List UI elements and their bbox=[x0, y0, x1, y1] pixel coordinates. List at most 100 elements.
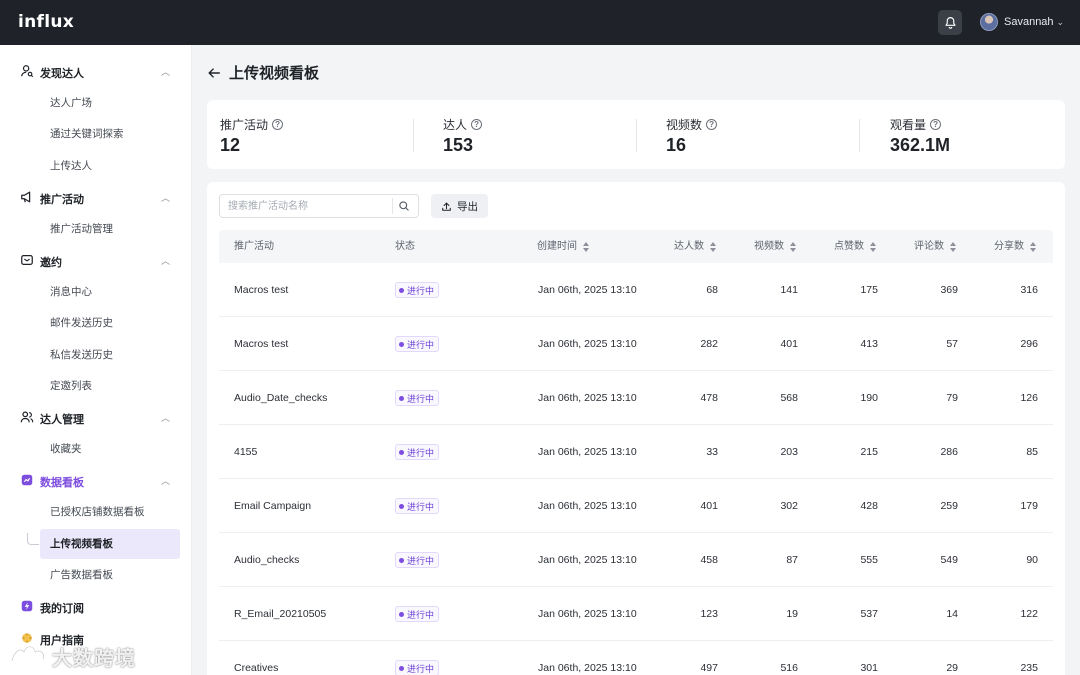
sidebar-group-label: 邀约 bbox=[40, 257, 62, 269]
sidebar-group-label: 达人管理 bbox=[40, 414, 84, 426]
sidebar-item-invite-list[interactable]: 定邀列表 bbox=[40, 371, 180, 401]
sort-icon[interactable] bbox=[710, 241, 717, 252]
column-header-shares[interactable]: 分享数 bbox=[994, 230, 1037, 263]
sidebar-item-dm-history[interactable]: 私信发送历史 bbox=[40, 340, 180, 370]
sidebar-item-campaign-management[interactable]: 推广活动管理 bbox=[40, 214, 180, 244]
stat-value: 362.1M bbox=[890, 135, 951, 155]
status-label: 进行中 bbox=[407, 555, 435, 566]
cell-campaign-name[interactable]: Email Campaign bbox=[234, 479, 384, 533]
status-label: 进行中 bbox=[407, 609, 435, 620]
cell-comments: 79 bbox=[946, 392, 958, 404]
cell-likes: 537 bbox=[860, 608, 878, 620]
app-logo[interactable]: influx bbox=[18, 12, 74, 32]
cell-campaign-name[interactable]: Audio_checks bbox=[234, 533, 384, 587]
export-button[interactable]: 导出 bbox=[431, 194, 488, 218]
status-label: 进行中 bbox=[407, 339, 435, 350]
column-header-creators[interactable]: 达人数 bbox=[674, 230, 717, 263]
help-icon[interactable]: ? bbox=[930, 119, 942, 130]
search-input[interactable] bbox=[220, 195, 390, 217]
cell-creators: 282 bbox=[700, 338, 718, 350]
watermark-text: 大数跨境 bbox=[52, 648, 136, 670]
sidebar-group-creator-management[interactable]: 达人管理 ︿ bbox=[0, 406, 192, 430]
cell-comments: 286 bbox=[940, 446, 958, 458]
table-row[interactable]: Audio_checks Jan 06th, 2025 13:10 458 87 555… bbox=[219, 533, 1053, 587]
cell-shares: 179 bbox=[1020, 500, 1038, 512]
sidebar-item-store-dashboard[interactable]: 已授权店铺数据看板 bbox=[40, 497, 180, 527]
status-badge: 进行中 bbox=[395, 552, 440, 568]
column-header-created[interactable]: 创建时间 bbox=[537, 230, 590, 263]
cell-campaign-name[interactable]: Creatives bbox=[234, 641, 384, 675]
status-badge: 进行中 bbox=[395, 498, 440, 514]
column-header-comments[interactable]: 评论数 bbox=[914, 230, 957, 263]
sidebar-group-outreach[interactable]: 邀约 ︿ bbox=[0, 249, 192, 273]
user-menu[interactable]: Savannah ⌄ bbox=[980, 13, 1064, 31]
column-header-videos[interactable]: 视频数 bbox=[754, 230, 797, 263]
divider bbox=[859, 119, 860, 152]
cell-campaign-name[interactable]: 4155 bbox=[234, 425, 384, 479]
column-header-likes[interactable]: 点赞数 bbox=[834, 230, 877, 263]
table-row[interactable]: Macros test Jan 06th, 2025 13:10 68 141 175 3… bbox=[219, 263, 1053, 317]
sidebar-group-label: 数据看板 bbox=[40, 477, 84, 489]
sidebar-group-discover[interactable]: 发现达人 ︿ bbox=[0, 60, 192, 84]
sort-icon[interactable] bbox=[790, 241, 797, 252]
sidebar-item-upload-video-dashboard[interactable]: 上传视频看板 bbox=[40, 529, 180, 559]
sort-icon[interactable] bbox=[583, 241, 590, 252]
cell-creators: 33 bbox=[706, 446, 718, 458]
sidebar-item-upload-creators[interactable]: 上传达人 bbox=[40, 151, 180, 181]
chevron-up-icon[interactable]: ︿ bbox=[161, 65, 170, 78]
table-row[interactable]: Macros test Jan 06th, 2025 13:10 282 401 413… bbox=[219, 317, 1053, 371]
cell-campaign-name[interactable]: Macros test bbox=[234, 263, 384, 317]
divider bbox=[392, 198, 393, 214]
cell-creators: 478 bbox=[700, 392, 718, 404]
table-row[interactable]: R_Email_20210505 Jan 06th, 2025 13:10 123 1… bbox=[219, 587, 1053, 641]
sort-icon[interactable] bbox=[1030, 241, 1037, 252]
cell-comments: 369 bbox=[940, 284, 958, 296]
sidebar-item-creator-plaza[interactable]: 达人广场 bbox=[40, 88, 180, 118]
notifications-button[interactable] bbox=[938, 10, 962, 35]
sidebar-item-favorites[interactable]: 收藏夹 bbox=[40, 434, 180, 464]
user-name: Savannah bbox=[1004, 16, 1054, 28]
help-icon[interactable]: ? bbox=[706, 119, 718, 130]
help-icon[interactable]: ? bbox=[471, 119, 483, 130]
cell-creators: 123 bbox=[700, 608, 718, 620]
sort-icon[interactable] bbox=[950, 241, 957, 252]
status-label: 进行中 bbox=[407, 663, 435, 674]
dashboard-icon bbox=[21, 474, 33, 486]
chevron-up-icon[interactable]: ︿ bbox=[161, 254, 170, 267]
chevron-up-icon[interactable]: ︿ bbox=[161, 411, 170, 424]
cell-campaign-name[interactable]: Audio_Date_checks bbox=[234, 371, 384, 425]
cell-campaign-name[interactable]: R_Email_20210505 bbox=[234, 587, 384, 641]
sidebar-group-subscription[interactable]: 我的订阅 bbox=[0, 595, 192, 619]
bell-icon bbox=[944, 17, 956, 29]
users-icon bbox=[20, 411, 34, 423]
column-header-campaign: 推广活动 bbox=[234, 241, 274, 252]
page-header: 上传视频看板 bbox=[207, 62, 319, 83]
sort-icon[interactable] bbox=[870, 241, 877, 252]
cell-campaign-name[interactable]: Macros test bbox=[234, 317, 384, 371]
sidebar-item-keyword-explore[interactable]: 通过关键词探索 bbox=[40, 119, 180, 149]
table-row[interactable]: Audio_Date_checks Jan 06th, 2025 13:10 478… bbox=[219, 371, 1053, 425]
table-header: 推广活动 状态 创建时间 达人数 视频数 点赞数 评论数 分享数 bbox=[219, 230, 1053, 263]
status-dot-icon bbox=[399, 503, 404, 509]
cell-likes: 428 bbox=[860, 500, 878, 512]
status-badge: 进行中 bbox=[395, 390, 440, 406]
cell-likes: 190 bbox=[860, 392, 878, 404]
table-row[interactable]: 4155 Jan 06th, 2025 13:10 33 203 215 286 85 进行中 bbox=[219, 425, 1053, 479]
top-bar: influx Savannah ⌄ bbox=[0, 0, 1080, 45]
table-row[interactable]: Creatives Jan 06th, 2025 13:10 497 516 301 29… bbox=[219, 641, 1053, 675]
status-dot-icon bbox=[399, 341, 404, 347]
sidebar-group-dashboards[interactable]: 数据看板 ︿ bbox=[0, 469, 192, 493]
sidebar-item-email-history[interactable]: 邮件发送历史 bbox=[40, 308, 180, 338]
back-arrow-icon[interactable] bbox=[207, 66, 221, 80]
stat-label: 视频数? bbox=[666, 116, 718, 133]
help-icon[interactable]: ? bbox=[272, 119, 284, 130]
cell-videos: 302 bbox=[780, 500, 798, 512]
chevron-up-icon[interactable]: ︿ bbox=[161, 474, 170, 487]
sidebar-item-ads-dashboard[interactable]: 广告数据看板 bbox=[40, 560, 180, 590]
avatar bbox=[980, 13, 998, 31]
search-icon[interactable] bbox=[398, 200, 410, 212]
table-row[interactable]: Email Campaign Jan 06th, 2025 13:10 401 302… bbox=[219, 479, 1053, 533]
chevron-up-icon[interactable]: ︿ bbox=[161, 191, 170, 204]
sidebar-group-campaigns[interactable]: 推广活动 ︿ bbox=[0, 186, 192, 210]
sidebar-item-message-center[interactable]: 消息中心 bbox=[40, 277, 180, 307]
